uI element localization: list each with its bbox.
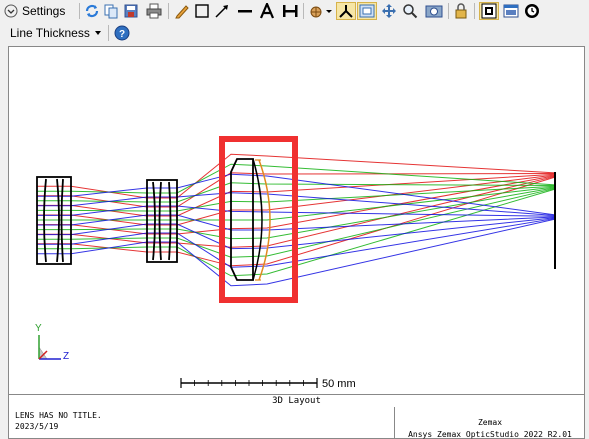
line-thickness-label: Line Thickness bbox=[10, 26, 90, 40]
axis-z-label: Z bbox=[63, 351, 69, 362]
pencil-icon bbox=[175, 5, 189, 19]
axes-indicator: Y Z bbox=[35, 323, 69, 362]
axes-icon bbox=[339, 5, 353, 18]
toolbar-separator bbox=[474, 3, 475, 19]
fit-icon bbox=[359, 4, 375, 18]
scale-label: 50 mm bbox=[322, 378, 356, 390]
toolbar-separator bbox=[303, 3, 304, 19]
line-thickness-dropdown[interactable]: Line Thickness bbox=[10, 24, 106, 42]
lock-icon bbox=[455, 3, 467, 19]
footer-date: 2023/5/19 bbox=[15, 422, 59, 431]
toolbar-separator bbox=[108, 25, 109, 41]
text-tool[interactable] bbox=[258, 2, 276, 20]
pencil-tool[interactable] bbox=[173, 2, 191, 20]
refresh-button[interactable] bbox=[83, 2, 101, 20]
svg-text:?: ? bbox=[119, 29, 125, 40]
copy-icon bbox=[104, 4, 118, 19]
lens-group-2 bbox=[146, 179, 178, 263]
window-edge bbox=[585, 44, 589, 439]
dimension-tool[interactable] bbox=[280, 2, 300, 20]
toolbar-separator bbox=[448, 3, 449, 19]
grid-toggle[interactable] bbox=[479, 2, 499, 20]
grid-icon bbox=[481, 3, 497, 19]
layout-canvas[interactable]: Y Z 50 mm bbox=[8, 46, 585, 395]
axes-toggle[interactable] bbox=[336, 2, 356, 20]
main-toolbar: Settings bbox=[0, 0, 589, 22]
arrow-icon bbox=[215, 5, 228, 18]
rectangle-tool[interactable] bbox=[193, 2, 211, 20]
chevron-down-icon bbox=[94, 31, 101, 35]
dimension-icon bbox=[283, 5, 298, 17]
fit-toggle[interactable] bbox=[357, 2, 377, 20]
rotate-icon bbox=[310, 6, 332, 18]
help-icon: ? bbox=[114, 25, 130, 41]
zoom-icon bbox=[403, 4, 418, 19]
line-icon bbox=[238, 10, 252, 13]
print-button[interactable] bbox=[144, 2, 164, 20]
lens-title: LENS HAS NO TITLE. bbox=[15, 411, 102, 420]
layout-plot: Y Z 50 mm bbox=[35, 136, 556, 390]
pan-icon bbox=[382, 4, 396, 18]
plot-title: 3D Layout bbox=[8, 394, 585, 408]
scale-bar: 50 mm bbox=[180, 378, 356, 390]
settings-expand-icon bbox=[4, 4, 18, 18]
settings-label: Settings bbox=[22, 4, 66, 18]
help-button[interactable]: ? bbox=[113, 24, 131, 42]
footer-product: Ansys Zemax OpticStudio 2022 R2.01 bbox=[408, 430, 572, 439]
toolbar-separator bbox=[79, 3, 80, 19]
zoom-button[interactable] bbox=[401, 2, 419, 20]
info-footer: LENS HAS NO TITLE. 2023/5/19 Zemax Ansys… bbox=[8, 407, 585, 439]
clock-icon bbox=[525, 4, 539, 18]
print-icon bbox=[146, 3, 162, 19]
rotate-dropdown[interactable] bbox=[307, 2, 333, 20]
snapshot-icon bbox=[425, 5, 443, 18]
window-button[interactable] bbox=[502, 2, 520, 20]
arrow-tool[interactable] bbox=[213, 2, 231, 20]
footer-brand: Zemax bbox=[477, 418, 503, 427]
axis-y-label: Y bbox=[35, 323, 42, 334]
clock-button[interactable] bbox=[523, 2, 541, 20]
secondary-toolbar: Line Thickness ? bbox=[0, 22, 589, 44]
save-icon bbox=[124, 4, 138, 18]
refresh-icon bbox=[85, 4, 99, 18]
save-button[interactable] bbox=[122, 2, 140, 20]
settings-button[interactable]: Settings bbox=[4, 2, 84, 20]
text-icon bbox=[259, 3, 275, 19]
line-tool[interactable] bbox=[235, 2, 255, 20]
pan-button[interactable] bbox=[380, 2, 398, 20]
rectangle-icon bbox=[195, 4, 209, 18]
snapshot-button[interactable] bbox=[423, 2, 445, 20]
lock-button[interactable] bbox=[452, 2, 470, 20]
toolbar-separator bbox=[168, 3, 169, 19]
copy-button[interactable] bbox=[102, 2, 120, 20]
window-icon bbox=[503, 4, 519, 18]
